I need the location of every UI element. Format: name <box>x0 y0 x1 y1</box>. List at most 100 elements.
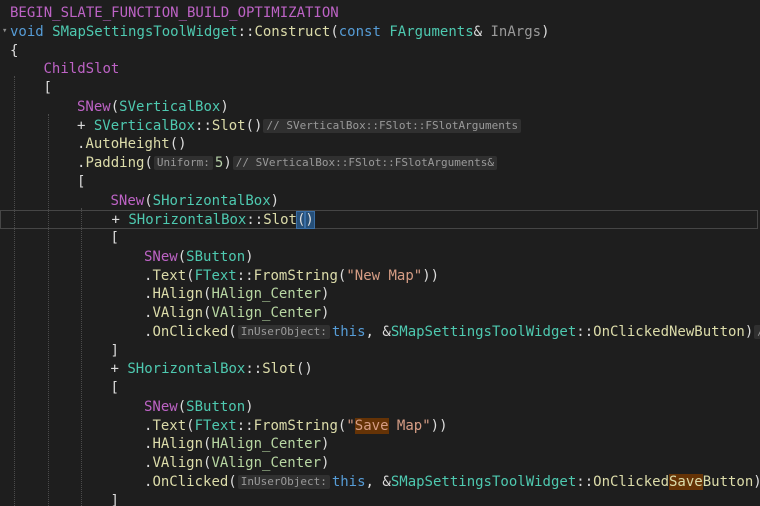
code-token: SButton <box>186 248 246 265</box>
code-line[interactable]: .Text(FText::FromString("Save Map")) <box>10 417 448 435</box>
code-token: + <box>77 117 94 134</box>
code-token: ( <box>186 417 195 434</box>
code-token: InArgs <box>490 23 542 40</box>
code-line[interactable]: ] <box>10 342 119 360</box>
code-token: + <box>111 212 129 229</box>
inlay-hint: InUserObject: <box>237 324 330 339</box>
code-token: () <box>245 117 263 134</box>
collapse-region-icon[interactable]: ▾ <box>2 26 8 36</box>
code-line[interactable]: + SVerticalBox::Slot()// SVerticalBox::F… <box>10 117 523 135</box>
code-token: ) <box>245 398 254 415</box>
inlay-hint: // SVerticalBox::FSlot::FSlotArguments <box>263 118 522 133</box>
code-token: VAlign <box>152 305 204 321</box>
code-token: ( <box>110 98 120 115</box>
code-line[interactable]: .HAlign(HAlign_Center) <box>10 435 329 453</box>
code-token: ( <box>228 323 237 340</box>
code-line[interactable]: .VAlign(VAlign_Center) <box>10 304 329 322</box>
code-token: :: <box>576 323 594 340</box>
code-token: Button <box>702 473 754 490</box>
code-line[interactable]: void SMapSettingsToolWidget::Construct(c… <box>10 23 550 41</box>
code-token: SHorizontalBox <box>152 192 271 209</box>
code-token: VAlign_Center <box>211 305 322 321</box>
code-token: )) <box>430 417 448 434</box>
code-token: ) <box>270 192 280 209</box>
code-token: SMapSettingsToolWidget <box>390 473 577 490</box>
code-token: ) <box>321 436 330 453</box>
code-token: Map" <box>388 417 431 434</box>
code-token: ( <box>144 155 153 171</box>
code-line[interactable]: .Padding(Uniform: 5)// SVerticalBox::FSlo… <box>10 154 499 172</box>
code-token: HAlign_Center <box>211 436 322 453</box>
code-line[interactable]: ChildSlot <box>10 60 120 78</box>
code-line[interactable]: SNew(SHorizontalBox) <box>10 192 280 210</box>
code-token: SVerticalBox <box>93 117 196 134</box>
code-line[interactable]: .AutoHeight() <box>10 135 187 153</box>
code-token: , & <box>365 323 391 340</box>
code-token: Padding <box>85 155 145 171</box>
code-token: HAlign_Center <box>211 286 322 303</box>
code-token: Text <box>152 417 187 434</box>
code-token: Construct <box>254 23 331 40</box>
code-line[interactable]: [ <box>10 379 119 397</box>
code-token: :: <box>195 117 212 134</box>
code-line[interactable]: BEGIN_SLATE_FUNCTION_BUILD_OPTIMIZATION <box>10 4 339 22</box>
code-token: void <box>10 23 44 40</box>
code-token: FText <box>194 267 237 284</box>
code-line[interactable]: .OnClicked(InUserObject: this, &SMapSetti… <box>10 473 760 491</box>
code-token: FText <box>194 417 237 434</box>
code-token: OnClicked <box>152 323 229 340</box>
code-token: OnClicked <box>152 473 229 490</box>
code-token: BEGIN_SLATE_FUNCTION_BUILD_OPTIMIZATION <box>10 5 339 21</box>
code-token: :: <box>246 212 264 229</box>
code-editor[interactable]: ▾ BEGIN_SLATE_FUNCTION_BUILD_OPTIMIZATIO… <box>0 0 760 506</box>
code-token: () <box>295 361 313 378</box>
code-token: ( <box>144 192 153 209</box>
code-token: )/ <box>753 474 760 490</box>
code-token: OnClickedNewButton <box>593 323 745 340</box>
code-line[interactable]: SNew(SButton) <box>10 398 254 416</box>
code-token: " <box>346 417 355 434</box>
code-token: SNew <box>110 192 145 209</box>
code-token: ( <box>186 267 195 284</box>
code-line[interactable]: [ <box>10 79 52 97</box>
code-token: const <box>338 23 381 40</box>
code-token: Slot <box>263 212 297 229</box>
code-token: SNew <box>144 398 178 415</box>
code-token: this <box>331 473 366 490</box>
code-token: , & <box>365 473 391 490</box>
code-token: Slot <box>211 117 246 134</box>
code-line[interactable]: .OnClicked(InUserObject: this, &SMapSetti… <box>10 323 760 341</box>
code-token: ) <box>321 305 330 321</box>
code-token: + <box>110 361 128 378</box>
code-token: this <box>331 323 366 340</box>
code-token: VAlign_Center <box>211 455 322 471</box>
code-line[interactable]: + SHorizontalBox::Slot() <box>10 360 313 378</box>
code-token: :: <box>236 417 254 434</box>
code-token: :: <box>236 267 254 284</box>
code-token: ] <box>110 342 119 359</box>
code-token: ( <box>228 473 237 490</box>
code-token: SNew <box>77 98 111 115</box>
code-token: "New Map" <box>346 267 423 284</box>
code-line[interactable]: .Text(FText::FromString("New Map")) <box>10 267 439 285</box>
code-token: HAlign <box>152 286 204 303</box>
code-line[interactable]: .HAlign(HAlign_Center) <box>10 285 329 303</box>
code-line[interactable]: SNew(SButton) <box>10 248 254 266</box>
code-token: Slot <box>262 361 296 378</box>
code-line[interactable]: { <box>10 42 18 60</box>
code-token: SHorizontalBox <box>127 361 246 378</box>
code-token: ) <box>321 286 330 303</box>
inlay-hint: InUserObject: <box>237 474 330 489</box>
code-token: FArguments <box>389 23 474 40</box>
code-token: ] <box>110 492 119 506</box>
code-line[interactable]: .VAlign(VAlign_Center) <box>10 454 329 472</box>
code-line[interactable]: [ <box>10 173 85 191</box>
code-token: [ <box>43 80 52 96</box>
code-line[interactable]: + SHorizontalBox::Slot() <box>0 210 758 230</box>
code-line[interactable]: ] <box>10 492 119 506</box>
code-token: ) <box>744 323 754 340</box>
code-line[interactable]: [ <box>10 229 119 247</box>
code-line[interactable]: SNew(SVerticalBox) <box>10 98 229 116</box>
code-token: Save <box>669 473 703 490</box>
